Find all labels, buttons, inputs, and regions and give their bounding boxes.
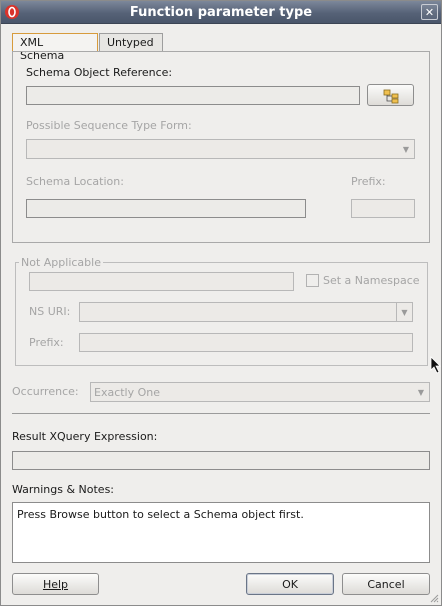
tab-untyped[interactable]: Untyped (99, 33, 163, 51)
tab-xml-schema[interactable]: XML Schema (12, 33, 98, 62)
schema-location-label: Schema Location: (26, 175, 124, 188)
result-expression-label: Result XQuery Expression: (12, 430, 158, 443)
ns-uri-label: NS URI: (29, 305, 71, 318)
hierarchy-tree-icon (383, 89, 399, 104)
separator (12, 413, 430, 414)
ok-button[interactable]: OK (246, 573, 334, 595)
namespace-field[interactable] (29, 272, 294, 291)
chevron-down-icon: ▼ (402, 144, 410, 154)
mouse-pointer-icon (430, 356, 441, 374)
occurrence-select[interactable]: Exactly One ▼ (90, 382, 430, 402)
chevron-down-icon: ▼ (396, 303, 412, 321)
set-namespace-label: Set a Namespace (323, 274, 420, 287)
sequence-type-label: Possible Sequence Type Form: (26, 119, 192, 132)
cancel-button[interactable]: Cancel (342, 573, 430, 595)
help-button[interactable]: Help (12, 573, 99, 595)
schema-location-field[interactable] (26, 199, 306, 218)
close-button[interactable]: ✕ (421, 4, 438, 20)
dialog-window: Function parameter type ✕ XML Schema Unt… (0, 0, 442, 606)
browse-button[interactable] (367, 84, 414, 106)
occurrence-label: Occurrence: (12, 385, 79, 398)
ns-prefix-label: Prefix: (29, 336, 64, 349)
schema-prefix-field[interactable] (351, 199, 415, 218)
sequence-type-select[interactable]: ▼ (26, 139, 415, 159)
title-bar[interactable]: Function parameter type ✕ (1, 1, 441, 24)
warnings-label: Warnings & Notes: (12, 483, 115, 496)
warnings-text: Press Browse button to select a Schema o… (17, 508, 304, 521)
close-icon: ✕ (424, 5, 435, 19)
ns-uri-select[interactable]: ▼ (79, 302, 413, 322)
ns-prefix-field[interactable] (79, 333, 413, 352)
schema-prefix-label: Prefix: (351, 175, 386, 188)
chevron-down-icon: ▼ (417, 387, 425, 397)
set-namespace-checkbox[interactable] (306, 274, 319, 287)
result-expression-field[interactable] (12, 451, 430, 470)
schema-object-reference-label: Schema Object Reference: (26, 66, 173, 79)
schema-object-reference-field[interactable] (26, 86, 360, 105)
resize-grip-icon[interactable] (429, 593, 439, 603)
window-title: Function parameter type (129, 4, 313, 20)
oracle-logo-icon (5, 5, 19, 19)
namespace-group-label: Not Applicable (19, 256, 103, 269)
warnings-notes-area[interactable]: Press Browse button to select a Schema o… (12, 502, 430, 563)
